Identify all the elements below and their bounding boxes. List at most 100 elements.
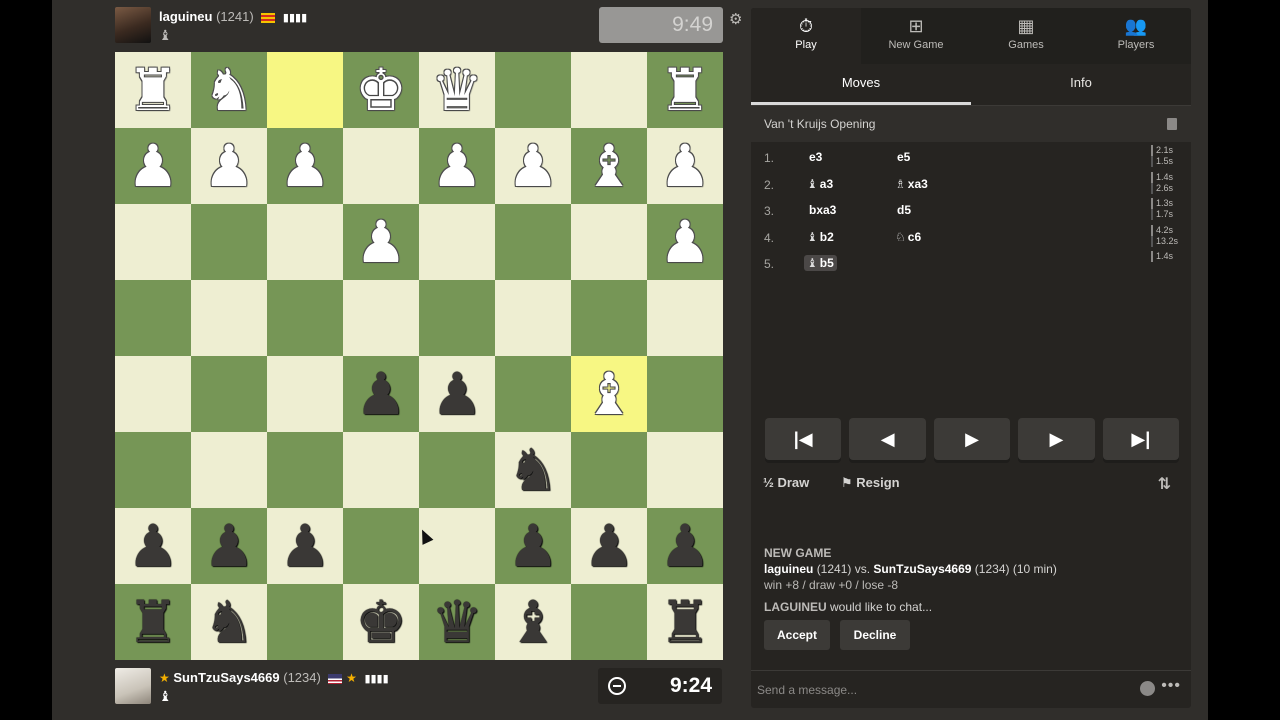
board-square[interactable]: [571, 280, 647, 356]
white-move[interactable]: ♝ a3: [807, 177, 833, 191]
board-square[interactable]: ♟: [495, 508, 571, 584]
board-square[interactable]: [495, 52, 571, 128]
chess-piece[interactable]: ♛: [431, 593, 483, 651]
bottom-player-avatar[interactable]: [115, 668, 151, 704]
board-square[interactable]: ♟: [343, 356, 419, 432]
board-square[interactable]: [495, 204, 571, 280]
next-move-button[interactable]: ▶: [1018, 418, 1095, 460]
chess-piece[interactable]: ♟: [127, 517, 179, 575]
board-square[interactable]: [419, 508, 495, 584]
chess-piece[interactable]: ♟: [127, 137, 179, 195]
decline-button[interactable]: Decline: [840, 620, 910, 650]
board-square[interactable]: ♚: [343, 52, 419, 128]
gear-icon[interactable]: ⚙: [729, 10, 742, 28]
draw-button[interactable]: ½ Draw: [763, 475, 809, 490]
board-square[interactable]: [571, 584, 647, 660]
accept-button[interactable]: Accept: [764, 620, 830, 650]
chat-black-name[interactable]: SunTzuSays4669: [873, 562, 971, 576]
nav-play[interactable]: ⏱ Play: [751, 8, 861, 64]
board-square[interactable]: ♞: [495, 432, 571, 508]
board-square[interactable]: ♞: [191, 52, 267, 128]
chat-request-user[interactable]: LAGUINEU: [764, 600, 827, 614]
board-square[interactable]: [191, 432, 267, 508]
white-move[interactable]: bxa3: [807, 203, 836, 217]
chess-piece[interactable]: ♟: [583, 517, 635, 575]
emoji-icon[interactable]: [1140, 681, 1155, 696]
board-square[interactable]: ♟: [267, 128, 343, 204]
chess-piece[interactable]: ♟: [659, 213, 711, 271]
chess-board[interactable]: ♜ ♞ ♚ ♛ ♜ ♟ ♟ ♟ ♟ ♟ ♝ ♟ ♟ ♟ ♟ ♟ ♝ ♞ ♟ ♟ ♟ ♟ ♟ ♟ ♜ ♞ ♚ ♛ ♝ ♜: [115, 52, 723, 660]
black-move[interactable]: e5: [895, 150, 910, 164]
board-square[interactable]: ♟: [647, 508, 723, 584]
board-square[interactable]: [115, 356, 191, 432]
board-square[interactable]: [647, 432, 723, 508]
board-square[interactable]: [267, 432, 343, 508]
last-move-button[interactable]: ▶|: [1102, 418, 1180, 460]
nav-games[interactable]: ▦ Games: [971, 8, 1081, 64]
first-move-button[interactable]: |◀: [765, 418, 842, 460]
board-square[interactable]: ♛: [419, 52, 495, 128]
bottom-player-name[interactable]: SunTzuSays4669: [173, 670, 279, 685]
black-move[interactable]: ♘ c6: [895, 230, 921, 244]
board-square[interactable]: [419, 432, 495, 508]
board-square[interactable]: ♟: [419, 356, 495, 432]
board-square[interactable]: ♞: [191, 584, 267, 660]
tab-info[interactable]: Info: [971, 64, 1191, 105]
board-square[interactable]: ♟: [571, 508, 647, 584]
board-square[interactable]: [571, 52, 647, 128]
board-square[interactable]: [115, 204, 191, 280]
white-move[interactable]: e3: [807, 150, 822, 164]
top-player-name[interactable]: laguineu: [159, 9, 212, 24]
board-square[interactable]: ♟: [647, 128, 723, 204]
chat-white-name[interactable]: laguineu: [764, 562, 813, 576]
board-square[interactable]: [343, 432, 419, 508]
chess-piece[interactable]: ♝: [583, 365, 635, 423]
chess-piece[interactable]: ♟: [203, 517, 255, 575]
board-square[interactable]: ♟: [115, 128, 191, 204]
previous-move-button[interactable]: ◀: [849, 418, 926, 460]
nav-players[interactable]: 👥 Players: [1081, 8, 1191, 64]
board-square[interactable]: [267, 356, 343, 432]
chess-piece[interactable]: ♟: [355, 365, 407, 423]
board-square[interactable]: [191, 280, 267, 356]
board-square[interactable]: [267, 204, 343, 280]
book-icon[interactable]: [1167, 118, 1177, 130]
board-square[interactable]: ♜: [647, 584, 723, 660]
chess-piece[interactable]: ♝: [507, 593, 559, 651]
board-square[interactable]: ♟: [419, 128, 495, 204]
board-square[interactable]: [571, 204, 647, 280]
chess-piece[interactable]: ♟: [659, 137, 711, 195]
board-square[interactable]: [495, 356, 571, 432]
board-square[interactable]: ♟: [115, 508, 191, 584]
chess-piece[interactable]: ♟: [507, 137, 559, 195]
chess-piece[interactable]: ♞: [507, 441, 559, 499]
chess-piece[interactable]: ♟: [431, 137, 483, 195]
board-square[interactable]: ♝: [495, 584, 571, 660]
white-move[interactable]: ♝ b2: [807, 230, 834, 244]
white-move[interactable]: ♝ b5: [804, 255, 837, 271]
board-square[interactable]: [267, 584, 343, 660]
board-square[interactable]: ♝: [571, 356, 647, 432]
flip-board-icon[interactable]: ⇅: [1158, 474, 1171, 494]
top-player-avatar[interactable]: [115, 7, 151, 43]
chess-piece[interactable]: ♚: [355, 61, 407, 119]
chess-piece[interactable]: ♜: [659, 61, 711, 119]
board-square[interactable]: [115, 280, 191, 356]
board-square[interactable]: ♟: [647, 204, 723, 280]
board-square[interactable]: ♛: [419, 584, 495, 660]
board-square[interactable]: [419, 280, 495, 356]
board-square[interactable]: [343, 128, 419, 204]
black-move[interactable]: d5: [895, 203, 911, 217]
chess-piece[interactable]: ♟: [431, 365, 483, 423]
more-options-icon[interactable]: •••: [1161, 677, 1181, 695]
board-square[interactable]: [267, 52, 343, 128]
board-square[interactable]: ♜: [647, 52, 723, 128]
board-square[interactable]: [115, 432, 191, 508]
board-square[interactable]: [647, 356, 723, 432]
board-square[interactable]: [267, 280, 343, 356]
chess-piece[interactable]: ♛: [431, 61, 483, 119]
chess-piece[interactable]: ♟: [279, 517, 331, 575]
board-square[interactable]: ♚: [343, 584, 419, 660]
chess-piece[interactable]: ♞: [203, 61, 255, 119]
chess-piece[interactable]: ♟: [355, 213, 407, 271]
